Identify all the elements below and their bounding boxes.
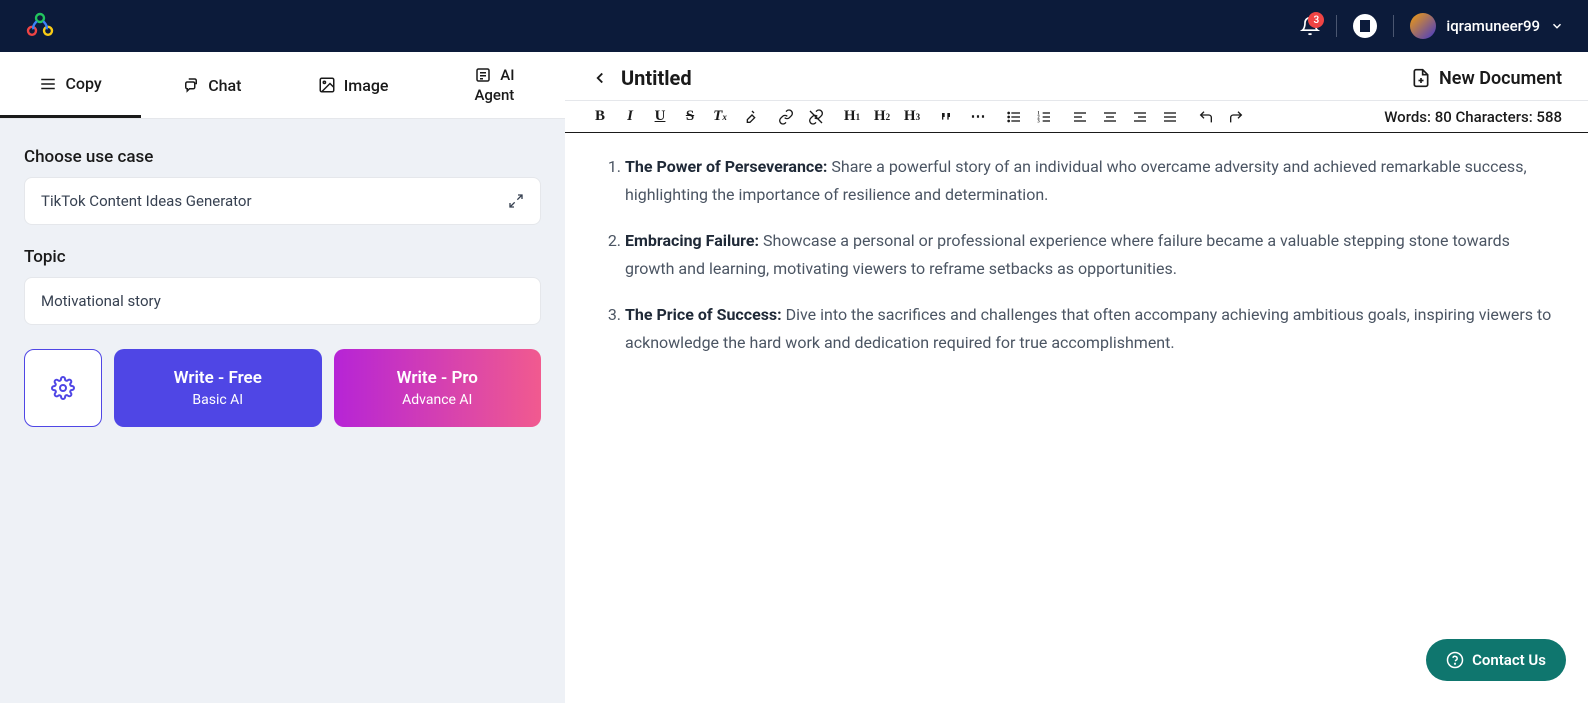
settings-button[interactable] bbox=[24, 349, 102, 427]
write-pro-button[interactable]: Write - Pro Advance AI bbox=[334, 349, 542, 427]
file-plus-icon bbox=[1411, 68, 1431, 88]
unlink-button[interactable] bbox=[807, 109, 825, 125]
highlight-button[interactable] bbox=[741, 109, 759, 125]
list-item: Embracing Failure: Showcase a personal o… bbox=[625, 227, 1554, 283]
image-icon bbox=[318, 76, 336, 94]
back-icon[interactable] bbox=[591, 69, 609, 87]
left-panel: Copy Chat Image AI Agent Choose use case bbox=[0, 52, 565, 703]
tab-ai-agent[interactable]: AI Agent bbox=[424, 52, 565, 118]
list-item: The Power of Perseverance: Share a power… bbox=[625, 153, 1554, 209]
tool-tabs: Copy Chat Image AI Agent bbox=[0, 52, 565, 119]
write-free-button[interactable]: Write - Free Basic AI bbox=[114, 349, 322, 427]
avatar bbox=[1410, 13, 1436, 39]
username: iqramuneer99 bbox=[1446, 17, 1540, 35]
user-menu[interactable]: iqramuneer99 bbox=[1410, 13, 1564, 39]
h3-button[interactable]: H3 bbox=[903, 108, 921, 125]
align-center-button[interactable] bbox=[1101, 109, 1119, 125]
new-document-button[interactable]: New Document bbox=[1411, 68, 1562, 89]
notification-bell[interactable]: 3 bbox=[1300, 16, 1320, 36]
topic-input[interactable] bbox=[24, 277, 541, 325]
underline-button[interactable]: U bbox=[651, 108, 669, 125]
bullet-list-button[interactable] bbox=[1005, 109, 1023, 125]
redo-button[interactable] bbox=[1227, 109, 1245, 125]
numbered-list-button[interactable]: 123 bbox=[1035, 109, 1053, 125]
chat-icon bbox=[182, 76, 200, 94]
tab-copy[interactable]: Copy bbox=[0, 52, 141, 118]
bold-button[interactable]: B bbox=[591, 108, 609, 125]
gear-icon bbox=[51, 376, 75, 400]
app-logo[interactable] bbox=[24, 10, 56, 42]
chevron-down-icon bbox=[1550, 19, 1564, 33]
notification-badge: 3 bbox=[1308, 12, 1324, 28]
topic-label: Topic bbox=[24, 247, 541, 267]
h1-button[interactable]: H1 bbox=[843, 108, 861, 125]
svg-text:3: 3 bbox=[1037, 119, 1040, 124]
align-justify-button[interactable] bbox=[1161, 109, 1179, 125]
document-title[interactable]: Untitled bbox=[621, 66, 692, 90]
editor-content[interactable]: The Power of Perseverance: Share a power… bbox=[565, 133, 1588, 395]
usecase-select[interactable]: TikTok Content Ideas Generator bbox=[24, 177, 541, 225]
quote-button[interactable] bbox=[939, 109, 957, 125]
credits-icon[interactable] bbox=[1353, 14, 1377, 38]
editor-toolbar: B I U S Tx H1 H2 H3 ⋯ 123 bbox=[565, 100, 1588, 133]
divider bbox=[1336, 15, 1337, 37]
clear-format-button[interactable]: Tx bbox=[711, 108, 729, 125]
undo-button[interactable] bbox=[1197, 109, 1215, 125]
contact-us-button[interactable]: Contact Us bbox=[1426, 639, 1566, 681]
tab-image[interactable]: Image bbox=[283, 52, 424, 118]
agent-icon bbox=[474, 66, 492, 84]
editor-panel: Untitled New Document B I U S Tx H1 bbox=[565, 52, 1588, 703]
tab-chat[interactable]: Chat bbox=[141, 52, 282, 118]
usecase-value: TikTok Content Ideas Generator bbox=[41, 192, 252, 210]
expand-icon bbox=[508, 193, 524, 209]
content-list: The Power of Perseverance: Share a power… bbox=[599, 153, 1554, 357]
align-right-button[interactable] bbox=[1131, 109, 1149, 125]
italic-button[interactable]: I bbox=[621, 108, 639, 125]
usecase-label: Choose use case bbox=[24, 147, 541, 167]
divider bbox=[1393, 15, 1394, 37]
more-button[interactable]: ⋯ bbox=[969, 107, 987, 126]
h2-button[interactable]: H2 bbox=[873, 108, 891, 125]
list-item: The Price of Success: Dive into the sacr… bbox=[625, 301, 1554, 357]
help-icon bbox=[1446, 651, 1464, 669]
stats-display: Words: 80 Characters: 588 bbox=[1384, 108, 1562, 126]
link-button[interactable] bbox=[777, 109, 795, 125]
strike-button[interactable]: S bbox=[681, 108, 699, 125]
menu-icon bbox=[39, 75, 57, 93]
top-header: 3 iqramuneer99 bbox=[0, 0, 1588, 52]
align-left-button[interactable] bbox=[1071, 109, 1089, 125]
